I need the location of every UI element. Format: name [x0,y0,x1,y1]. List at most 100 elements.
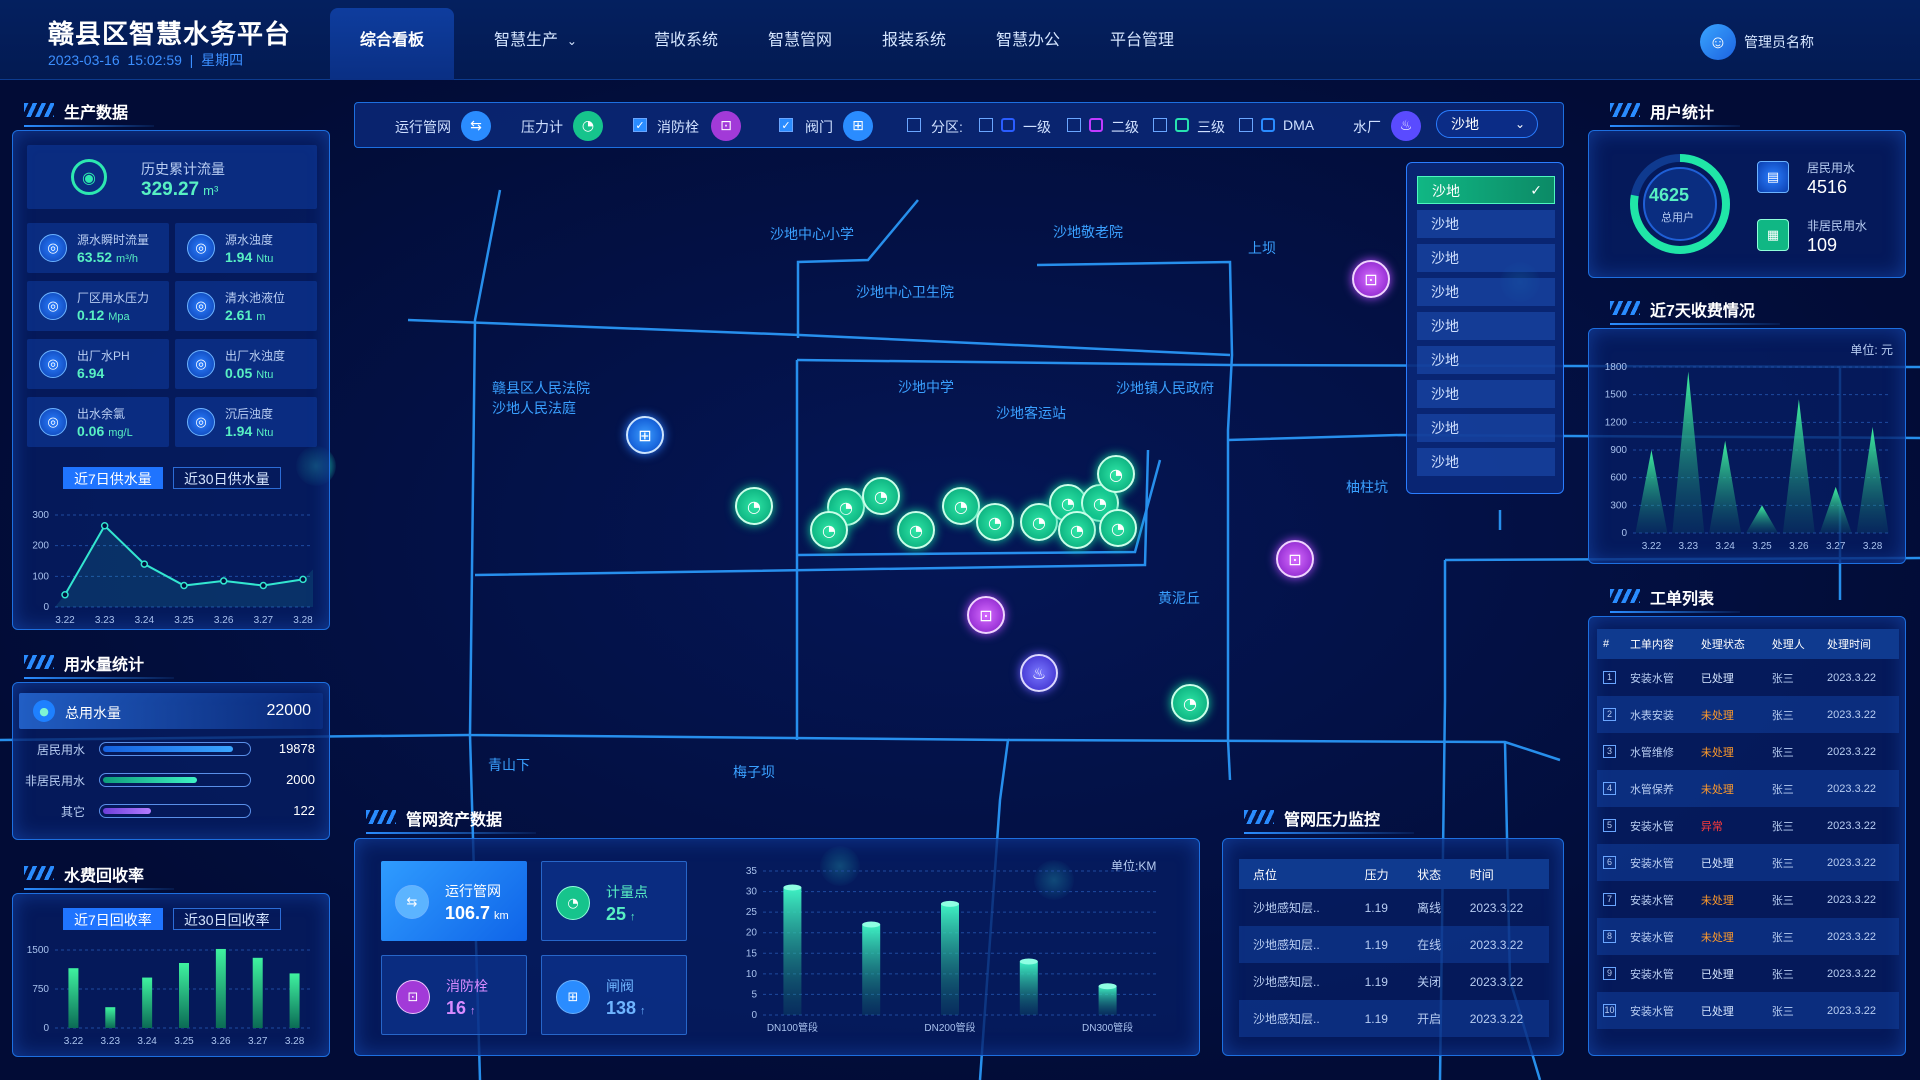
valve-icon[interactable]: ⊞ [843,111,873,141]
metric-unit: m [256,311,266,323]
pressure-gauge-icon[interactable]: ◔ [573,111,603,141]
nav-installation[interactable]: 报装系统 [882,26,946,56]
dropdown-option[interactable]: 沙地 [1417,414,1555,442]
pressure-meter-marker[interactable]: ◔ [976,503,1014,541]
nav-office[interactable]: 智慧办公 [996,26,1060,56]
hydrant-icon[interactable]: ⊡ [711,111,741,141]
supply-xtick: 3.28 [293,615,313,625]
dropdown-option[interactable]: 沙地 [1417,244,1555,272]
chevron-down-icon: ⌄ [1514,117,1525,131]
workorder-cell: 已处理 [1695,992,1766,1029]
workorder-cell: 张三 [1766,844,1821,881]
table-row[interactable]: 1 安装水管 已处理 张三 2023.3.22 [1597,659,1899,696]
dropdown-option[interactable]: 沙地 [1417,448,1555,476]
table-row[interactable]: 7 安装水管 未处理 张三 2023.3.22 [1597,881,1899,918]
table-row[interactable]: 沙地感知层.. 1.19 在线 2023.3.22 [1239,926,1549,963]
pressure-meter-marker[interactable]: ◔ [862,477,900,515]
pressure-meter-marker[interactable]: ◔ [810,511,848,549]
pressure-meter-marker[interactable]: ◔ [1171,684,1209,722]
level1-checkbox[interactable] [979,118,993,132]
hydrant-checkbox[interactable]: ✓ [633,118,647,132]
fees-title: 近7天收费情况 [1602,297,1780,325]
asset-bar-cap [783,884,802,891]
table-row[interactable]: 8 安装水管 未处理 张三 2023.3.22 [1597,918,1899,955]
workorder-text: 张三 [1771,894,1794,907]
supply-ytick: 200 [32,541,49,552]
fees-xtick: 3.24 [1715,541,1735,552]
metric-card: ◎ 出厂水浊度 0.05 Ntu [175,339,317,389]
user-menu[interactable]: ☺ 管理员名称 [1700,24,1814,60]
table-row[interactable]: 沙地感知层.. 1.19 开启 2023.3.22 [1239,1000,1549,1037]
workorder-cell: 未处理 [1695,733,1766,770]
asset-ytick: 15 [746,948,758,959]
pressure-meter-marker[interactable]: ◔ [1099,509,1137,547]
dropdown-option[interactable]: 沙地 ✓ [1417,176,1555,204]
workorder-cell: 9 [1597,955,1624,992]
pressure-meter-marker[interactable]: ◔ [1058,511,1096,549]
asset-card-hydrant[interactable]: ⊡ 消防栓 16 ↑ [381,955,527,1035]
nav-pipe-network[interactable]: 智慧管网 [768,26,832,56]
tab-recovery-30d[interactable]: 近30日回收率 [173,908,281,930]
metric-value: 1.94 Ntu [225,423,273,439]
pressure-table-cell: 沙地感知层.. [1253,1012,1320,1026]
asset-card-valve[interactable]: ⊞ 闸阀 138 ↑ [541,955,687,1035]
nav-production[interactable]: 智慧生产 ⌄ [494,26,577,56]
workorder-text: 2023.3.22 [1827,930,1876,943]
pipe-icon[interactable]: ⇆ [461,111,491,141]
metric-label: 出水余氯 [77,407,126,421]
valve-checkbox[interactable]: ✓ [779,118,793,132]
level3-checkbox[interactable] [1153,118,1167,132]
plant-select[interactable]: 沙地 ⌄ [1436,110,1538,138]
nav-dashboard[interactable]: 综合看板 [360,26,424,56]
workorder-text: 2023.3.22 [1827,671,1876,684]
table-row[interactable]: 4 水管保养 未处理 张三 2023.3.22 [1597,770,1899,807]
table-row[interactable]: 9 安装水管 已处理 张三 2023.3.22 [1597,955,1899,992]
hydrant-marker[interactable]: ⊡ [967,596,1005,634]
tab-recovery-7d[interactable]: 近7日回收率 [63,908,163,930]
workorder-cell: 水管保养 [1624,770,1695,807]
table-row[interactable]: 5 安装水管 异常 张三 2023.3.22 [1597,807,1899,844]
level2-checkbox[interactable] [1067,118,1081,132]
water-plant-icon[interactable]: ♨ [1391,111,1421,141]
hydrant-marker[interactable]: ⊡ [1276,540,1314,578]
table-row[interactable]: 6 安装水管 已处理 张三 2023.3.22 [1597,844,1899,881]
table-row[interactable]: 沙地感知层.. 1.19 离线 2023.3.22 [1239,889,1549,926]
fees-xtick: 3.26 [1789,541,1809,552]
asset-bar [1098,986,1117,1015]
pressure-meter-marker[interactable]: ◔ [942,487,980,525]
asset-card-meter[interactable]: ◔ 计量点 25 ↑ [541,861,687,941]
water-plant-marker[interactable]: ♨ [1020,654,1058,692]
workorder-text: 安装水管 [1629,931,1674,944]
hydrant-marker[interactable]: ⊡ [1352,260,1390,298]
workorder-text: 张三 [1771,672,1794,685]
dropdown-option[interactable]: 沙地 [1417,210,1555,238]
table-row[interactable]: 2 水表安装 未处理 张三 2023.3.22 [1597,696,1899,733]
workorder-cell: 2023.3.22 [1821,696,1899,733]
usage-row-value: 19878 [278,741,315,756]
dropdown-option[interactable]: 沙地 [1417,278,1555,306]
table-row[interactable]: 沙地感知层.. 1.19 关闭 2023.3.22 [1239,963,1549,1000]
dma-checkbox[interactable] [1239,118,1253,132]
table-row[interactable]: 10 安装水管 已处理 张三 2023.3.22 [1597,992,1899,1029]
workorder-cell: 2023.3.22 [1821,918,1899,955]
pressure-table-cell: 2023.3.22 [1469,937,1524,952]
pressure-table-cell: 2023.3.22 [1469,900,1524,915]
zone-checkbox[interactable] [907,118,921,132]
dropdown-option[interactable]: 沙地 [1417,380,1555,408]
valve-marker[interactable]: ⊞ [626,416,664,454]
pressure-meter-marker[interactable]: ◔ [897,511,935,549]
asset-card-pipe[interactable]: ⇆ 运行管网 106.7 km [381,861,527,941]
nav-platform[interactable]: 平台管理 [1110,26,1174,56]
table-row[interactable]: 3 水管维修 未处理 张三 2023.3.22 [1597,733,1899,770]
workorder-text: 2023.3.22 [1827,856,1876,869]
tab-supply-7d[interactable]: 近7日供水量 [63,467,163,489]
pressure-meter-marker[interactable]: ◔ [1097,455,1135,493]
resident-icon: ▤ [1757,161,1789,193]
pressure-meter-marker[interactable]: ◔ [735,487,773,525]
dropdown-option[interactable]: 沙地 [1417,312,1555,340]
metric-unit: Mpa [108,311,130,323]
asset-bar-cap [941,900,959,907]
nav-revenue[interactable]: 营收系统 [654,26,718,56]
dropdown-option[interactable]: 沙地 [1417,346,1555,374]
tab-supply-30d[interactable]: 近30日供水量 [173,467,281,489]
